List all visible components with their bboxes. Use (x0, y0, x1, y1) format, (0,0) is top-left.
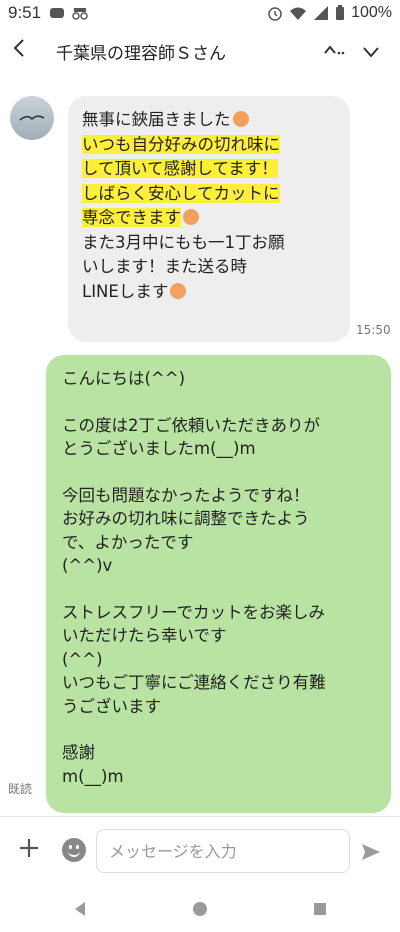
message-line: で、よかったです (62, 532, 194, 552)
message-line: 今回も問題なかったようですね！ (62, 486, 310, 505)
message-line: とうございましたm(__)m (62, 439, 256, 459)
chat-title: 千葉県の理容師Ｓさん (56, 43, 226, 64)
message-timestamp: 15:50 (356, 323, 391, 337)
highlighted-text: して頂いて感謝してます！ (82, 159, 278, 178)
message-line: また3月中にもも一1丁お願 (82, 232, 285, 252)
message-line: この度は2丁ご依頼いただきありが (62, 415, 320, 435)
message-line: (^^) (62, 649, 103, 669)
message-line: こんにちは(^^) (62, 369, 186, 388)
chat-header: 千葉県の理容師Ｓさん (0, 26, 400, 76)
battery-icon (336, 5, 345, 20)
tongue-emoji-icon (232, 111, 249, 127)
status-bar: 9:51 100% (0, 0, 400, 26)
highlighted-text: いつも自分好みの切れ味に (82, 134, 280, 154)
chat-area[interactable]: 無事に鋏届きました いつも自分好みの切れ味に して頂いて感謝してます！ しばらく… (0, 76, 400, 816)
chevron-down-icon (363, 47, 379, 58)
incognito-icon (72, 8, 88, 20)
add-attachment-button[interactable] (14, 835, 44, 865)
seagull-avatar-icon (19, 115, 45, 121)
message-line: いただけたら幸いです (62, 626, 227, 646)
message-line: いつもご丁寧にご連絡くださり有難 (62, 673, 326, 693)
message-line (62, 461, 375, 484)
line-notification-icon (50, 8, 65, 18)
signal-icon (314, 6, 329, 20)
message-line: (^^)v (62, 556, 113, 576)
emoji-button[interactable] (62, 838, 86, 862)
triangle-back-icon (75, 902, 85, 916)
nav-recents-button[interactable] (310, 899, 330, 919)
message-input[interactable] (96, 829, 350, 873)
smile-emoji-icon (183, 209, 199, 225)
message-line (62, 390, 375, 413)
nav-home-button[interactable] (190, 899, 210, 919)
tongue-emoji-icon (170, 282, 187, 299)
message-line: いします！また送る時 (82, 257, 247, 276)
message-line: LINEします (82, 281, 169, 301)
home-circle-icon (193, 902, 207, 916)
status-time: 9:51 (8, 3, 42, 22)
message-line: うございます (62, 696, 161, 716)
call-icon (324, 44, 345, 54)
message-line: お好みの切れ味に調整できたよう (62, 509, 310, 529)
message-line (62, 578, 375, 601)
message-line: 無事に鋏届きました (82, 110, 231, 129)
message-line: m(__)m (62, 766, 124, 786)
avatar[interactable] (10, 96, 54, 140)
recents-square-icon (314, 903, 326, 915)
alarm-icon (268, 7, 282, 21)
message-line: ストレスフリーでカットをお楽しみ (62, 603, 326, 623)
wifi-icon (290, 7, 307, 20)
battery-percent: 100% (351, 4, 392, 21)
read-receipt: 既読 (8, 782, 33, 796)
menu-dropdown-button[interactable] (354, 39, 388, 63)
highlighted-text: 専念できます (82, 208, 181, 227)
back-button[interactable] (12, 37, 40, 65)
incoming-message-bubble[interactable]: 無事に鋏届きました いつも自分好みの切れ味に して頂いて感謝してます！ しばらく… (68, 96, 350, 342)
highlighted-text: しばらく安心してカットに (82, 183, 280, 203)
phone-menu-button[interactable] (314, 41, 354, 62)
nav-back-button[interactable] (70, 899, 90, 919)
back-arrow-icon (13, 39, 24, 57)
input-bar (0, 816, 400, 886)
send-icon[interactable] (360, 841, 382, 863)
plus-icon (20, 839, 38, 857)
system-nav-bar (0, 886, 400, 932)
message-line (62, 718, 375, 741)
message-line: 感謝 (62, 743, 95, 763)
outgoing-message-bubble[interactable]: こんにちは(^^) この度は2丁ご依頼いただきありが とうございましたm(__)… (46, 355, 391, 813)
